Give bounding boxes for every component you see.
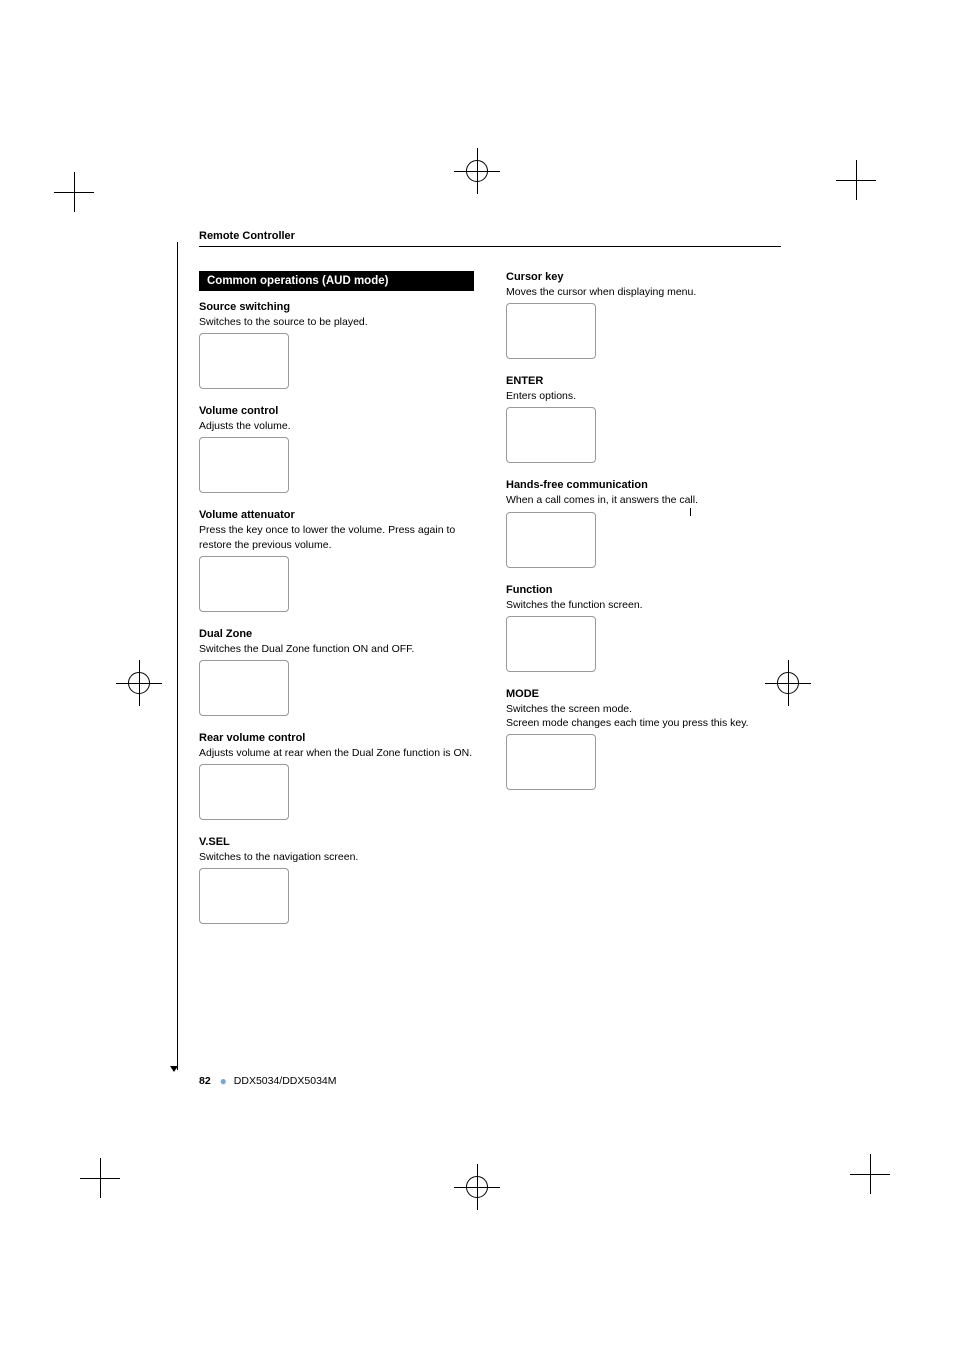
remote-diagram-icon — [506, 512, 596, 568]
item-text: Switches to the source to be played. — [199, 315, 474, 329]
item-title: Volume control — [199, 405, 474, 417]
remote-diagram-icon — [199, 764, 289, 820]
crop-mark-icon — [836, 160, 876, 200]
item-text: Switches the Dual Zone function ON and O… — [199, 642, 474, 656]
item-text: Adjusts volume at rear when the Dual Zon… — [199, 746, 474, 760]
item-cursor-key: Cursor key Moves the cursor when display… — [506, 271, 781, 359]
remote-diagram-icon — [199, 660, 289, 716]
item-title: Hands-free communication — [506, 479, 781, 491]
item-enter: ENTER Enters options. — [506, 375, 781, 463]
registration-mark-icon — [454, 148, 500, 194]
two-column-layout: Common operations (AUD mode) Source swit… — [199, 271, 781, 940]
crop-mark-icon — [850, 1154, 890, 1194]
remote-diagram-icon — [199, 868, 289, 924]
model-string: DDX5034/DDX5034M — [234, 1075, 337, 1087]
item-title: Function — [506, 584, 781, 596]
item-text: Switches the screen mode. Screen mode ch… — [506, 702, 781, 730]
page: Remote Controller Common operations (AUD… — [0, 0, 954, 1350]
item-rear-volume: Rear volume control Adjusts volume at re… — [199, 732, 474, 820]
page-number: 82 — [199, 1075, 211, 1087]
item-volume-control: Volume control Adjusts the volume. — [199, 405, 474, 493]
item-function: Function Switches the function screen. — [506, 584, 781, 672]
item-source-switching: Source switching Switches to the source … — [199, 301, 474, 389]
item-title: Volume attenuator — [199, 509, 474, 521]
remote-diagram-icon — [199, 437, 289, 493]
crop-mark-icon — [54, 172, 94, 212]
item-volume-attenuator: Volume attenuator Press the key once to … — [199, 509, 474, 611]
remote-diagram-icon — [506, 734, 596, 790]
item-hands-free: Hands-free communication When a call com… — [506, 479, 781, 567]
item-title: Rear volume control — [199, 732, 474, 744]
remote-diagram-icon — [199, 556, 289, 612]
item-vsel: V.SEL Switches to the navigation screen. — [199, 836, 474, 924]
section-band: Common operations (AUD mode) — [199, 271, 474, 291]
item-text: Adjusts the volume. — [199, 419, 474, 433]
item-title: Dual Zone — [199, 628, 474, 640]
remote-diagram-icon — [506, 303, 596, 359]
gutter-arrow-icon — [170, 1066, 178, 1072]
registration-mark-icon — [116, 660, 162, 706]
item-text: When a call comes in, it answers the cal… — [506, 493, 781, 507]
item-text: Press the key once to lower the volume. … — [199, 523, 474, 551]
running-head: Remote Controller — [199, 230, 781, 247]
guide-tick-icon — [690, 508, 691, 516]
document-body: Remote Controller Common operations (AUD… — [199, 230, 781, 940]
remote-diagram-icon — [199, 333, 289, 389]
item-title: Cursor key — [506, 271, 781, 283]
item-mode: MODE Switches the screen mode. Screen mo… — [506, 688, 781, 790]
item-title: ENTER — [506, 375, 781, 387]
crop-mark-icon — [80, 1158, 120, 1198]
remote-diagram-icon — [506, 616, 596, 672]
item-dual-zone: Dual Zone Switches the Dual Zone functio… — [199, 628, 474, 716]
left-column: Common operations (AUD mode) Source swit… — [199, 271, 474, 940]
item-text: Enters options. — [506, 389, 781, 403]
item-text: Switches to the navigation screen. — [199, 850, 474, 864]
bullet-icon: ● — [220, 1074, 227, 1088]
item-title: V.SEL — [199, 836, 474, 848]
right-column: Cursor key Moves the cursor when display… — [506, 271, 781, 940]
item-text: Moves the cursor when displaying menu. — [506, 285, 781, 299]
remote-diagram-icon — [506, 407, 596, 463]
page-footer: 82 ● DDX5034/DDX5034M — [199, 1074, 337, 1088]
registration-mark-icon — [454, 1164, 500, 1210]
item-title: Source switching — [199, 301, 474, 313]
item-text: Switches the function screen. — [506, 598, 781, 612]
item-title: MODE — [506, 688, 781, 700]
